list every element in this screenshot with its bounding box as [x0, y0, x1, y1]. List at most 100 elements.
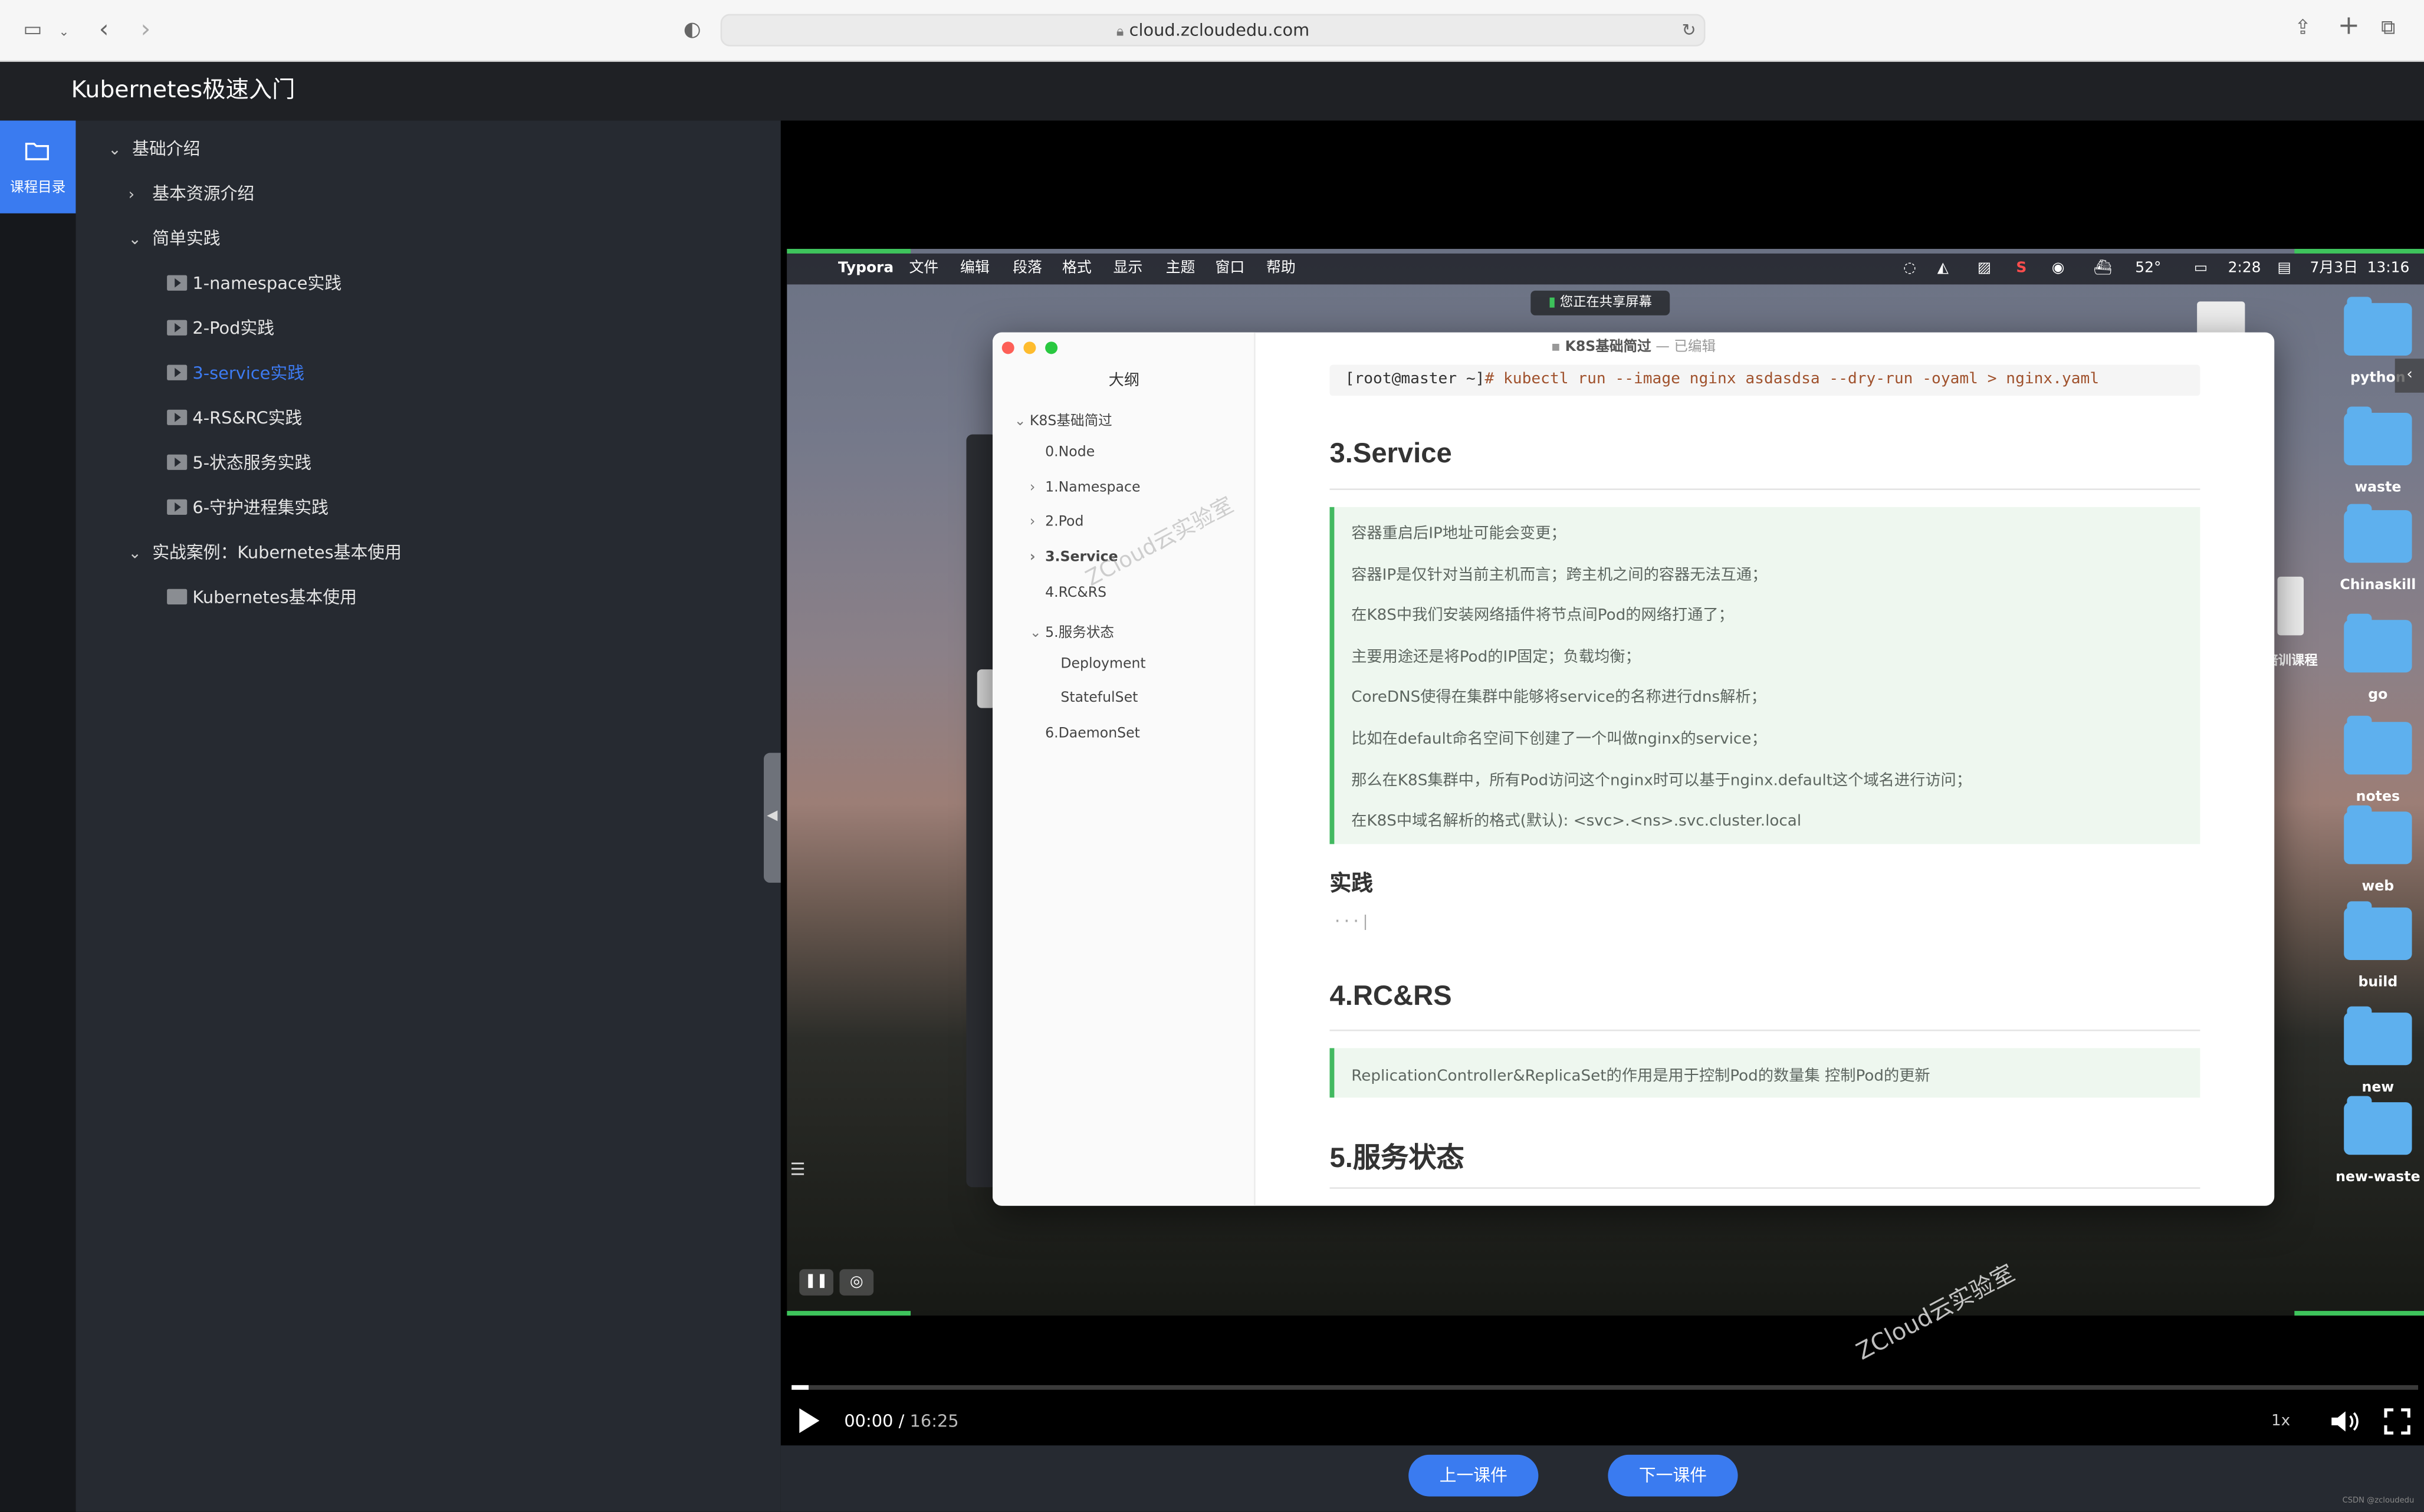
tree-item[interactable]: 3-service实践 [167, 360, 304, 385]
code-stub[interactable]: ···| [1333, 913, 1370, 931]
video-icon [167, 275, 188, 291]
service-quote [1329, 507, 2200, 844]
sync-icon: ◌ [1903, 259, 1916, 277]
tree-item-label: 6-守护进程集实践 [192, 498, 329, 518]
outline-item[interactable]: ⌄ K8S基础简过 [1014, 410, 1112, 430]
tree-item[interactable]: ⌄ 基础介绍 [109, 136, 201, 161]
prev-lesson-button[interactable]: 上一课件 [1408, 1454, 1539, 1497]
mac-menu-item: 帮助 [1266, 259, 1296, 277]
back-icon[interactable]: ‹ [99, 17, 109, 42]
heading-practice: 实践 [1329, 872, 1373, 897]
outline-chevron-icon: › [1029, 480, 1036, 496]
window-doc-name: K8S基础简过 [1565, 340, 1651, 356]
doc-icon: ▪ [1551, 340, 1561, 356]
mac-menu-item: 主题 [1165, 259, 1195, 277]
folder-icon [2344, 1096, 2412, 1155]
tree-item[interactable]: ⌄ 实战案例：Kubernetes基本使用 [129, 540, 402, 564]
mac-menu-item: 编辑 [960, 259, 990, 277]
progress-track[interactable] [791, 1385, 2419, 1390]
outline-item[interactable]: ⌄ 5.服务状态 [1030, 621, 1114, 641]
tree-item-label: 4-RS&RC实践 [192, 408, 303, 429]
tree-item[interactable]: Kubernetes基本使用 [167, 584, 357, 609]
time-display: 00:00 / 16:25 [844, 1411, 958, 1431]
outline-item[interactable]: 6.DaemonSet [1030, 727, 1140, 742]
video-icon [167, 364, 188, 380]
outline-item-label: 1.Namespace [1045, 480, 1141, 496]
folder-label: waste [2354, 481, 2402, 497]
new-tab-icon[interactable]: + [2338, 13, 2360, 40]
tree-item[interactable]: 6-守护进程集实践 [167, 495, 329, 520]
outline-item[interactable]: StatefulSet [1045, 692, 1138, 707]
heading-service: 3.Service [1329, 437, 1452, 469]
heading-rule [1329, 488, 2200, 491]
folder-label: new-waste [2336, 1170, 2420, 1186]
code-block-command[interactable]: [root@master ~]# kubectl run --image ngi… [1329, 364, 2200, 396]
shield-icon[interactable]: ◐ [684, 18, 701, 43]
chevron-down-icon[interactable]: ⌄ [59, 20, 70, 45]
outline-item[interactable]: › 1.Namespace [1030, 480, 1141, 495]
menu-time: 13:16 [2367, 259, 2410, 277]
heading-rule [1329, 1187, 2200, 1189]
video-icon [167, 499, 188, 515]
screen-sharing-badge: ▮ 您正在共享屏幕 [1530, 290, 1670, 315]
volume-icon[interactable] [2330, 1408, 2360, 1435]
page: ▭ ⌄ ‹ › ◐ 🔒︎ cloud.zcloudedu.com ↻ ⇪ + ⧉… [0, 0, 2424, 1512]
window-title: ▪ K8S基础简过 — 已编辑 [993, 333, 2274, 363]
course-title: Kubernetes极速入门 [71, 75, 295, 104]
folder-icon [2344, 613, 2412, 673]
sidebar-toggle-icon[interactable]: ▭ [23, 18, 42, 43]
display-icon: ▤ [2277, 259, 2292, 277]
mac-menu-item: 显示 [1113, 259, 1143, 277]
video-icon [167, 320, 188, 336]
quote-line: 那么在K8S集群中，所有Pod访问这个nginx时可以基于nginx.defau… [1351, 772, 1972, 790]
next-lesson-button[interactable]: 下一课件 [1608, 1454, 1738, 1497]
tree-item[interactable]: ⌄ 简单实践 [129, 226, 221, 251]
folder-label: notes [2356, 790, 2400, 806]
app-header [0, 61, 2424, 121]
course-catalog-label: 课程目录 [9, 180, 66, 196]
image-icon: ▨ [1977, 259, 1992, 277]
sidebar-collapse-handle[interactable]: ◀ [764, 752, 781, 883]
folder-icon [2344, 805, 2412, 865]
time-separator: / [898, 1411, 905, 1432]
tabs-overview-icon[interactable]: ⧉ [2381, 17, 2395, 42]
outline-item[interactable]: › 2.Pod [1030, 515, 1084, 531]
quote-line: 在K8S中我们安装网络插件将节点间Pod的网络打通了； [1351, 607, 1734, 625]
forward-icon[interactable]: › [141, 17, 151, 42]
playback-speed[interactable]: 1x [2271, 1413, 2290, 1430]
share-indicator-top-right [2294, 249, 2424, 254]
tree-item[interactable]: 2-Pod实践 [167, 315, 274, 340]
outline-chevron-icon: › [1029, 550, 1036, 566]
tree-item-label: 3-service实践 [192, 363, 305, 384]
outline-item[interactable]: 0.Node [1030, 445, 1095, 460]
tree-item[interactable]: › 基本资源介绍 [129, 181, 255, 206]
reload-icon[interactable]: ↻ [1682, 18, 1696, 43]
tree-item[interactable]: 4-RS&RC实践 [167, 405, 302, 430]
share-indicator-bottom-left [787, 1311, 911, 1316]
collapse-arrow-icon: ◀ [767, 808, 778, 824]
chevron-right-icon: › [128, 187, 135, 205]
folder-label: new [2361, 1080, 2395, 1096]
outline-item[interactable]: Deployment [1045, 656, 1145, 672]
cloud-icon: ◭ [1937, 259, 1949, 277]
window-doc-status: — 已编辑 [1656, 340, 1716, 356]
play-icon[interactable] [799, 1408, 820, 1434]
footer-credit: CSDN @zcloudedu [2342, 1496, 2415, 1506]
outline-toggle-icon[interactable]: ☰ [790, 1159, 806, 1179]
tree-item[interactable]: 5-状态服务实践 [167, 450, 311, 475]
lesson-nav-bar [780, 1445, 2424, 1512]
tree-item[interactable]: 1-namespace实践 [167, 271, 341, 295]
fullscreen-icon[interactable] [2384, 1408, 2410, 1435]
battery-time: 2:28 [2228, 259, 2261, 277]
recording-stop-icon: ◎ [839, 1269, 874, 1296]
outline-chevron-icon: ⌄ [1014, 414, 1026, 430]
outline-heading: 大纲 [1108, 372, 1140, 390]
share-icon[interactable]: ⇪ [2294, 17, 2311, 42]
tree-item-label: 1-namespace实践 [192, 274, 342, 294]
video-icon [167, 454, 188, 470]
address-bar[interactable]: 🔒︎ cloud.zcloudedu.com ↻ [720, 14, 1706, 47]
course-catalog-tab[interactable] [0, 120, 76, 213]
typora-window: ▪ K8S基础简过 — 已编辑 大纲 ⌄ K8S基础简过 0.Node › 1.Name… [993, 332, 2275, 1206]
mac-menu-item: 文件 [909, 259, 939, 277]
folder-label: build [2358, 975, 2398, 991]
